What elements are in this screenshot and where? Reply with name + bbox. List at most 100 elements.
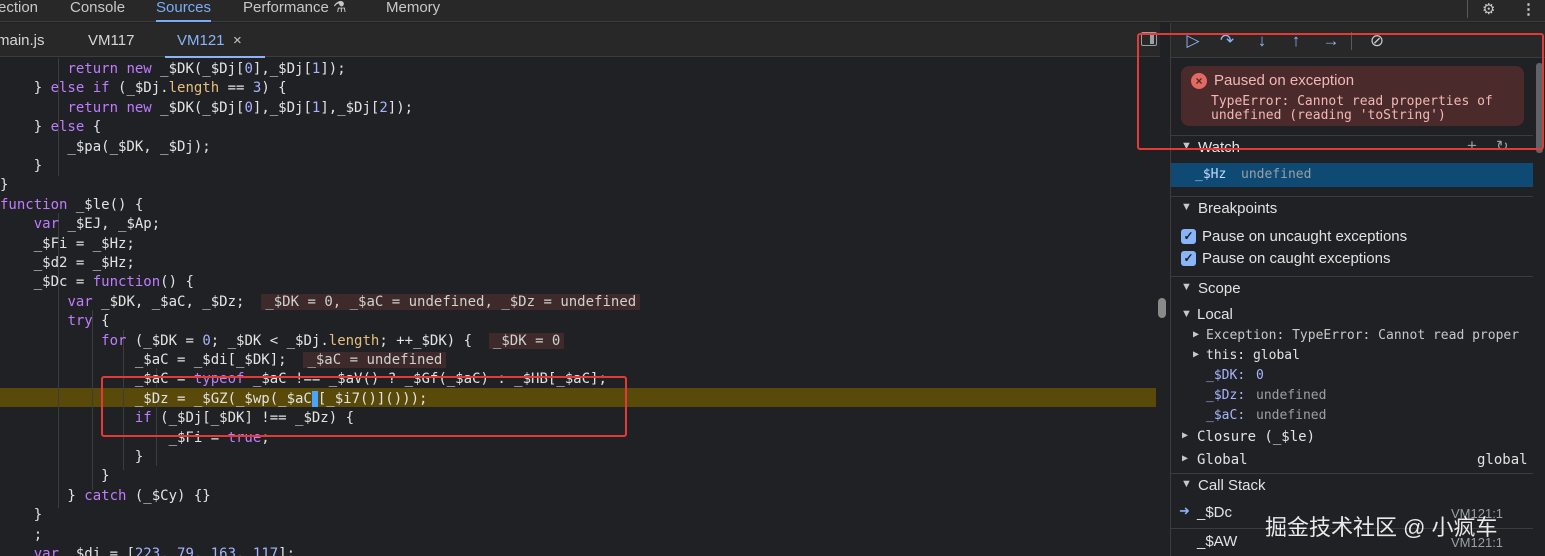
code-token: ,: [236, 546, 253, 556]
code-token: _$Dc =: [0, 274, 93, 291]
code-token: _$EJ, _$Ap;: [67, 216, 161, 233]
code-token: ];: [278, 546, 296, 556]
code-token: }: [0, 487, 85, 504]
code-line: _$Dc = function() {: [0, 273, 194, 292]
tab-elements[interactable]: ection: [0, 0, 38, 22]
code-line: }: [0, 157, 42, 176]
code-token: length: [328, 332, 380, 349]
toolbar-divider: [1467, 0, 1468, 18]
callstack-section-header[interactable]: ▼ Call Stack: [1171, 473, 1533, 497]
close-tab-icon[interactable]: ×: [233, 32, 242, 49]
pause-caught-checkbox[interactable]: ✓: [1181, 251, 1196, 266]
current-frame-arrow-icon: ➜: [1179, 503, 1190, 518]
code-token: 117: [252, 546, 279, 556]
code-token: _$di = [: [67, 546, 135, 556]
code-token: _$DK, _$aC, _$Dz;: [101, 293, 262, 310]
collapsed-triangle-icon: ▶: [1182, 430, 1189, 441]
code-token: ]);: [387, 99, 414, 116]
collapsed-triangle-icon: ▶: [1193, 329, 1200, 340]
code-line: var _$DK, _$aC, _$Dz; _$DK = 0, _$aC = u…: [0, 293, 641, 312]
code-token: ],_$Dj[: [252, 99, 312, 116]
code-token: }: [0, 507, 43, 524]
scope-local-row[interactable]: ▼ Local: [1171, 305, 1533, 325]
scope-closure-label: Closure (_$le): [1197, 429, 1316, 445]
code-line: return new _$DK(_$Dj[0],_$Dj[1]);: [0, 60, 345, 79]
code-line: function _$le() {: [0, 196, 143, 215]
scope-local-label: Local: [1197, 306, 1233, 323]
callstack-label: Call Stack: [1198, 477, 1266, 494]
code-line: _$pa(_$DK, _$Dj);: [0, 138, 210, 157]
code-token: 223: [134, 546, 161, 556]
scope-var-row[interactable]: _$aC: undefined: [1171, 407, 1533, 427]
code-token: _$le() {: [75, 196, 144, 213]
file-tab-vm121[interactable]: VM121: [165, 32, 264, 58]
code-token: 2: [379, 99, 388, 116]
watermark-text: 掘金技术社区 @ 小疯车: [1265, 515, 1498, 540]
code-token: }: [0, 119, 51, 136]
code-token: {: [92, 119, 102, 136]
scope-var-row[interactable]: _$Dz: undefined: [1171, 387, 1533, 407]
code-scrollbar-thumb[interactable]: [1158, 298, 1166, 318]
scope-var-name: _$Dz:: [1206, 388, 1246, 403]
code-token: _$DK = 0: [488, 332, 565, 349]
tab-performance[interactable]: Performance ⚗: [243, 0, 347, 22]
scope-closure-row[interactable]: ▶ Closure (_$le): [1171, 428, 1533, 448]
code-line: }: [0, 448, 143, 467]
code-token: ,: [160, 546, 178, 556]
breakpoints-section-header[interactable]: ▼ Breakpoints: [1171, 196, 1533, 220]
code-token: try: [67, 313, 102, 330]
frame-name: _$AW: [1197, 533, 1238, 550]
more-options-icon[interactable]: ⋮: [1521, 0, 1536, 20]
code-token: else if: [50, 80, 119, 97]
tab-performance-label: Performance: [243, 0, 329, 16]
scope-var-name: _$DK:: [1206, 368, 1246, 383]
code-token: ; ++_$DK) {: [379, 332, 489, 349]
code-token: ],_$Dj[: [252, 61, 312, 77]
code-token: function: [92, 274, 161, 291]
code-token: _$DK(_$Dj[: [160, 99, 245, 116]
watch-item-name: _$Hz: [1195, 167, 1227, 182]
file-tab-vm117[interactable]: VM117: [88, 32, 134, 49]
watch-item[interactable]: _$Hz undefined: [1171, 163, 1533, 187]
expand-triangle-icon: ▼: [1181, 308, 1192, 320]
code-token: catch: [84, 487, 135, 504]
scope-global-label: Global: [1197, 452, 1248, 468]
pause-uncaught-checkbox[interactable]: ✓: [1181, 229, 1196, 244]
pause-caught-label: Pause on caught exceptions: [1202, 250, 1391, 267]
pause-uncaught-label: Pause on uncaught exceptions: [1202, 228, 1408, 245]
editor-file-tabs: main.js VM117 VM121 ×: [0, 23, 1160, 58]
scope-global-row[interactable]: ▶ Global global: [1171, 451, 1533, 471]
scope-this-row[interactable]: ▶ this: global: [1171, 347, 1533, 367]
tab-sources[interactable]: Sources: [156, 0, 212, 22]
pause-uncaught-row[interactable]: ✓ Pause on uncaught exceptions: [1171, 227, 1533, 247]
code-token: }: [0, 468, 110, 485]
code-token: 163: [210, 546, 237, 556]
code-token: (_$Dj.: [118, 80, 169, 97]
settings-gear-icon[interactable]: ⚙: [1482, 0, 1495, 20]
tab-memory[interactable]: Memory: [386, 0, 440, 22]
scope-var-row[interactable]: _$DK: 0: [1171, 367, 1533, 387]
code-token: var: [33, 546, 68, 556]
code-line: } catch (_$Cy) {}: [0, 487, 210, 506]
tab-console[interactable]: Console: [70, 0, 125, 22]
pause-caught-row[interactable]: ✓ Pause on caught exceptions: [1171, 249, 1533, 269]
code-token: return new: [67, 99, 161, 116]
annotation-red-box: [1137, 33, 1544, 150]
code-token: }: [0, 80, 51, 97]
scope-exception-row[interactable]: ▶ Exception: TypeError: Cannot read prop…: [1171, 327, 1533, 347]
code-editor[interactable]: return new _$DK(_$Dj[0],_$Dj[1]); } else…: [0, 58, 1156, 556]
code-token: _$Fi = _$Hz;: [0, 235, 135, 252]
scope-var-value: 0: [1256, 368, 1264, 383]
code-token: }: [0, 158, 43, 174]
code-token: ,: [193, 546, 211, 556]
scope-exception-text: Exception: TypeError: Cannot read proper: [1206, 328, 1520, 343]
file-tab-main-js[interactable]: main.js: [0, 32, 45, 49]
code-token: _$aC = _$di[_$DK];: [0, 352, 304, 368]
scope-section-header[interactable]: ▼ Scope: [1171, 276, 1533, 300]
